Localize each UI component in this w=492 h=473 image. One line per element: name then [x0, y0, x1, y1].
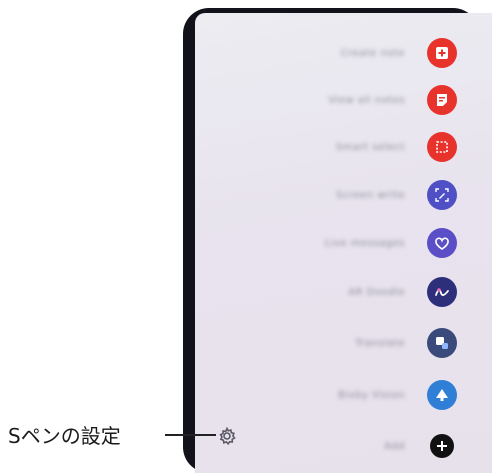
bixby-vision-icon [427, 380, 457, 410]
new-note-icon [427, 38, 457, 68]
screen-write-icon [427, 180, 457, 210]
menu-item-label: Live messages [324, 237, 405, 249]
menu-item-create-note[interactable]: Create note [341, 35, 457, 71]
menu-item-label: Screen write [336, 189, 405, 201]
add-shortcut-icon [430, 434, 454, 458]
menu-item-translate[interactable]: Translate [355, 325, 457, 361]
menu-item-label: Create note [340, 47, 405, 59]
menu-item-label: Bixby Vision [338, 389, 405, 401]
menu-item-ar-doodle[interactable]: AR Doodle [348, 274, 457, 310]
ar-doodle-icon [427, 277, 457, 307]
live-message-heart-icon [427, 228, 457, 258]
menu-item-add[interactable]: Add [384, 428, 457, 464]
callout-label: Sペンの設定 [8, 424, 121, 448]
menu-item-live-messages[interactable]: Live messages [325, 225, 457, 261]
menu-item-smart-select[interactable]: Smart select [336, 129, 457, 165]
menu-item-label: Translate [355, 337, 405, 349]
callout-leader-line [165, 434, 216, 436]
smart-select-icon [427, 132, 457, 162]
menu-item-screen-write[interactable]: Screen write [336, 177, 457, 213]
air-command-panel: Create note View all notes Smart select … [195, 13, 492, 473]
menu-item-view-all-notes[interactable]: View all notes [328, 82, 457, 118]
menu-item-label: Smart select [335, 141, 405, 153]
menu-item-bixby-vision[interactable]: Bixby Vision [338, 377, 457, 413]
menu-item-label: AR Doodle [348, 286, 405, 298]
gear-icon[interactable] [216, 425, 238, 447]
screen: Create note View all notes Smart select … [0, 0, 492, 473]
menu-item-label: View all notes [328, 94, 405, 106]
notes-list-icon [427, 85, 457, 115]
translate-icon [427, 328, 457, 358]
menu-item-label: Add [384, 440, 405, 452]
